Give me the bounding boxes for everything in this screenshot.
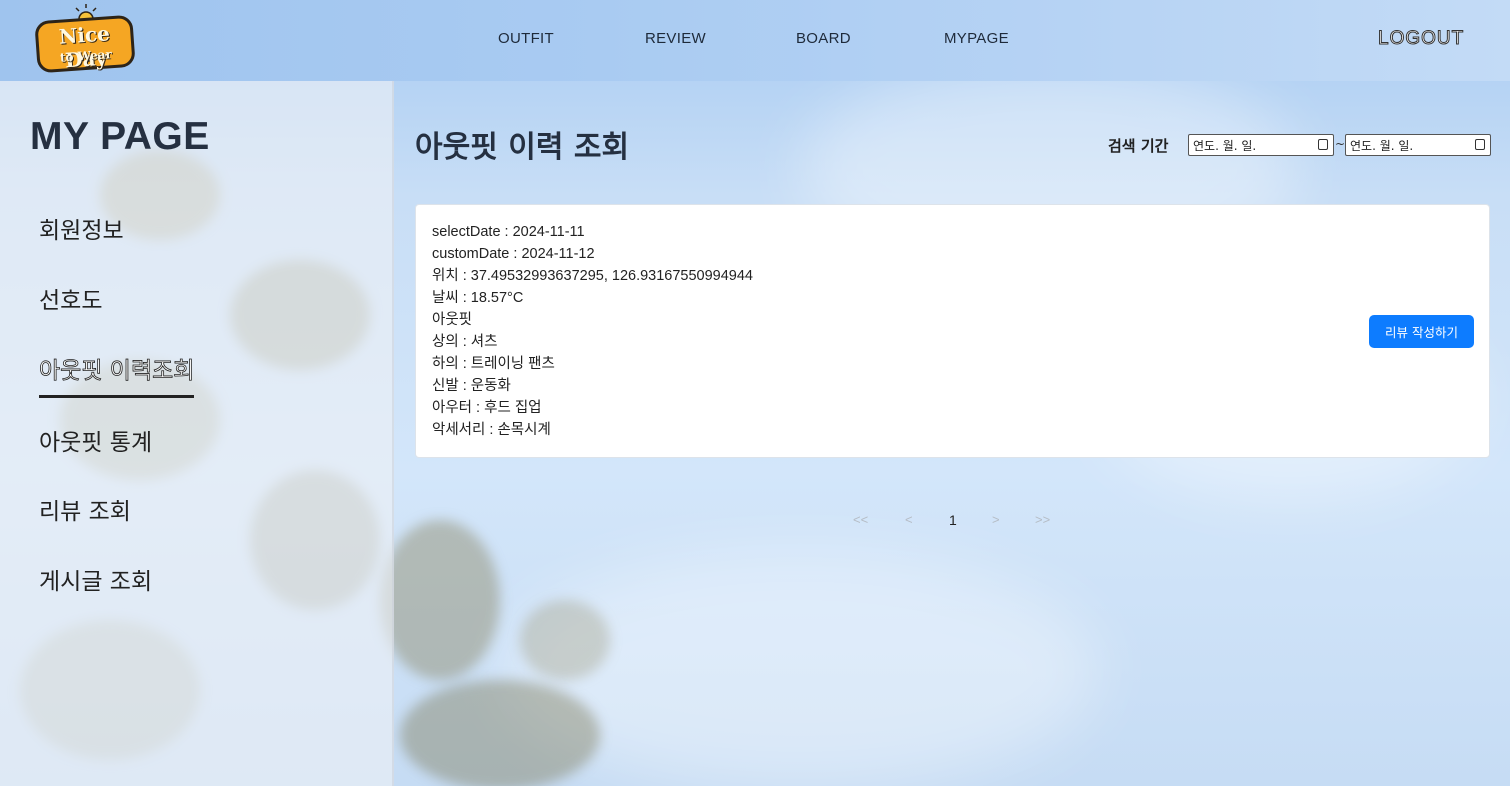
logo[interactable]: Nice Day to Wear: [28, 2, 140, 74]
next-page-button[interactable]: >: [992, 512, 1000, 527]
top-header: Nice Day to Wear OUTFIT REVIEW BOARD MYP…: [0, 0, 1510, 81]
nav-review[interactable]: REVIEW: [645, 30, 706, 47]
record-bottom: 하의 : 트레이닝 팬츠: [432, 356, 555, 372]
active-item-underline: [39, 395, 194, 398]
record-select-date: selectDate : 2024-11-11: [432, 224, 585, 240]
record-top: 상의 : 셔츠: [432, 334, 498, 350]
current-page[interactable]: 1: [949, 512, 957, 528]
sidebar-item-post-list[interactable]: 게시글 조회: [39, 562, 152, 596]
record-details: selectDate : 2024-11-11 customDate : 202…: [432, 221, 753, 441]
search-period-label: 검색 기간: [1108, 137, 1169, 155]
record-outer: 아우터 : 후드 집업: [432, 400, 542, 416]
sidebar-item-member-info[interactable]: 회원정보: [39, 211, 124, 245]
first-page-button[interactable]: <<: [853, 512, 868, 527]
sidebar-title: MY PAGE: [30, 115, 210, 158]
logo-badge: Nice Day to Wear: [34, 14, 136, 74]
record-weather: 날씨 : 18.57°C: [432, 290, 524, 306]
write-review-button[interactable]: 리뷰 작성하기: [1369, 315, 1474, 348]
prev-page-button[interactable]: <: [905, 512, 913, 527]
record-outfit-heading: 아웃핏: [432, 312, 473, 328]
logout-button[interactable]: LOGOUT: [1377, 28, 1464, 50]
last-page-button[interactable]: >>: [1035, 512, 1050, 527]
calendar-icon[interactable]: [1318, 139, 1328, 150]
sidebar-item-review-list[interactable]: 리뷰 조회: [39, 492, 131, 526]
record-accessory: 악세서리 : 손목시계: [432, 422, 551, 438]
record-location: 위치 : 37.49532993637295, 126.931675509949…: [432, 268, 753, 284]
sidebar-item-outfit-stats[interactable]: 아웃핏 통계: [39, 423, 152, 457]
sidebar-item-preference[interactable]: 선호도: [39, 281, 102, 315]
date-separator: ~: [1335, 137, 1346, 151]
nav-outfit[interactable]: OUTFIT: [498, 30, 554, 47]
nav-board[interactable]: BOARD: [796, 30, 851, 47]
date-from-input[interactable]: 연도. 월. 일.: [1188, 134, 1334, 156]
date-from-placeholder: 연도. 월. 일.: [1193, 139, 1257, 153]
calendar-icon[interactable]: [1475, 139, 1485, 150]
page-title: 아웃핏 이력 조회: [415, 130, 630, 165]
nav-mypage[interactable]: MYPAGE: [944, 30, 1009, 47]
record-custom-date: customDate : 2024-11-12: [432, 246, 595, 262]
date-to-placeholder: 연도. 월. 일.: [1350, 139, 1414, 153]
outfit-record-card: selectDate : 2024-11-11 customDate : 202…: [415, 204, 1490, 458]
sidebar: MY PAGE 회원정보 선호도 아웃핏 이력조회 아웃핏 통계 리뷰 조회 게…: [0, 81, 394, 786]
record-shoes: 신발 : 운동화: [432, 378, 511, 394]
sidebar-item-outfit-history[interactable]: 아웃핏 이력조회: [39, 351, 195, 385]
date-to-input[interactable]: 연도. 월. 일.: [1345, 134, 1491, 156]
